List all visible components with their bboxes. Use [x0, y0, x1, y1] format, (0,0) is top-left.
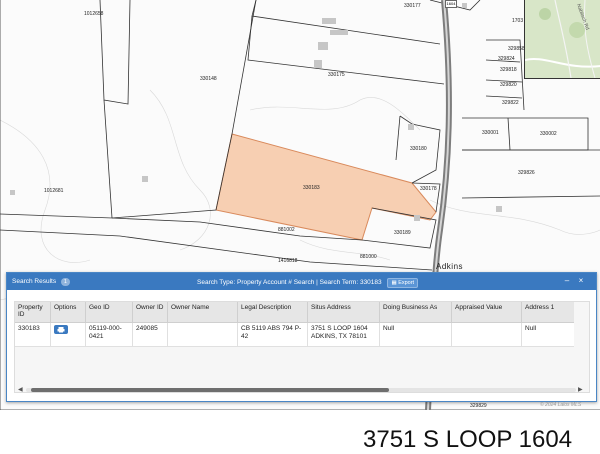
export-label: Export — [398, 280, 415, 286]
road-shield-icon: 1604 — [445, 0, 457, 8]
overview-minimap[interactable]: Nabitsch Rd — [524, 0, 600, 79]
search-results-panel: Search Results 1 Search Type: Property A… — [6, 272, 597, 402]
results-table-container: Property ID Options Geo ID Owner ID Owne… — [14, 301, 590, 393]
column-header-address-1[interactable]: Address 1 — [521, 302, 574, 323]
export-button[interactable]: ▦ Export — [387, 278, 419, 288]
cell-owner-id: 249085 — [132, 322, 168, 347]
parcel-label: 329858 — [508, 46, 525, 52]
column-header-options[interactable]: Options — [50, 302, 86, 323]
panel-header: Search Results 1 Search Type: Property A… — [7, 273, 596, 290]
results-table: Property ID Options Geo ID Owner ID Owne… — [15, 302, 574, 347]
minimize-button[interactable]: – — [562, 276, 572, 286]
parcel-label: 329820 — [500, 82, 517, 88]
parcel-label: 1703 — [512, 18, 524, 24]
printer-icon — [57, 327, 65, 333]
print-button[interactable] — [54, 325, 68, 334]
minimap-roads — [525, 0, 600, 78]
parcel-label: 330183 — [303, 185, 320, 191]
scroll-left-arrow-icon[interactable]: ◀ — [18, 386, 23, 393]
column-header-owner-name[interactable]: Owner Name — [167, 302, 238, 323]
column-header-situs-address[interactable]: Situs Address — [307, 302, 380, 323]
parcel-label: 1012658 — [84, 11, 104, 17]
parcel-label: 330001 — [482, 130, 499, 136]
cell-doing-business-as: Null — [379, 322, 452, 347]
cell-address-1: Null — [521, 322, 574, 347]
column-header-geo-id[interactable]: Geo ID — [85, 302, 133, 323]
parcel-label: 881002 — [278, 227, 295, 233]
scroll-right-arrow-icon[interactable]: ▶ — [578, 386, 583, 393]
result-count-badge: 1 — [60, 278, 70, 286]
cell-property-id: 330183 — [15, 322, 51, 347]
panel-title: Search Results 1 — [12, 278, 70, 286]
column-header-appraised-value[interactable]: Appraised Value — [451, 302, 522, 323]
parcel-label: 330178 — [420, 186, 437, 192]
parcel-label: 329829 — [470, 403, 487, 409]
parcel-label: 330175 — [328, 72, 345, 78]
parcel-label: 330180 — [410, 146, 427, 152]
parcel-label: 330002 — [540, 131, 557, 137]
horizontal-scrollbar[interactable]: ◀ ▶ — [18, 386, 585, 394]
mls-watermark: © 2024 Lalos MLS — [540, 402, 582, 408]
parcel-label: 329824 — [498, 56, 515, 62]
table-header-row: Property ID Options Geo ID Owner ID Owne… — [15, 302, 574, 323]
panel-title-text: Search Results — [12, 278, 57, 285]
property-address-title: 3751 S LOOP 1604 — [363, 426, 573, 453]
parcel-label: 881000 — [360, 254, 377, 260]
column-header-property-id[interactable]: Property ID — [15, 302, 51, 323]
cell-situs-address: 3751 S LOOP 1604 ADKINS, TX 78101 — [307, 322, 380, 347]
cell-appraised-value — [451, 322, 522, 347]
scrollbar-thumb[interactable] — [31, 388, 389, 392]
parcel-label: 329826 — [518, 170, 535, 176]
search-info-text: Search Type: Property Account # Search |… — [197, 279, 382, 286]
cell-owner-name — [167, 322, 238, 347]
cell-geo-id: 05119-000-0421 — [85, 322, 133, 347]
column-header-doing-business-as[interactable]: Doing Business As — [379, 302, 452, 323]
close-button[interactable]: × — [576, 276, 586, 286]
cell-options — [50, 322, 86, 347]
parcel-label: 330189 — [394, 230, 411, 236]
town-label: Adkins — [436, 262, 464, 271]
column-header-owner-id[interactable]: Owner ID — [132, 302, 168, 323]
parcel-label: 329818 — [500, 67, 517, 73]
column-header-legal-description[interactable]: Legal Description — [237, 302, 308, 323]
table-row[interactable]: 330183 05119-000-0421 249085 CB 5119 ABS… — [15, 322, 574, 347]
cell-legal-description: CB 5119 ABS 794 P-42 — [237, 322, 308, 347]
search-info: Search Type: Property Account # Search |… — [197, 278, 419, 288]
parcel-label: 330148 — [200, 76, 217, 82]
export-icon: ▦ — [391, 280, 397, 286]
parcel-label: 330177 — [404, 3, 421, 9]
parcel-label: 1012681 — [44, 188, 64, 194]
parcel-label: 1416818 — [278, 258, 298, 264]
parcel-label: 329822 — [502, 100, 519, 106]
